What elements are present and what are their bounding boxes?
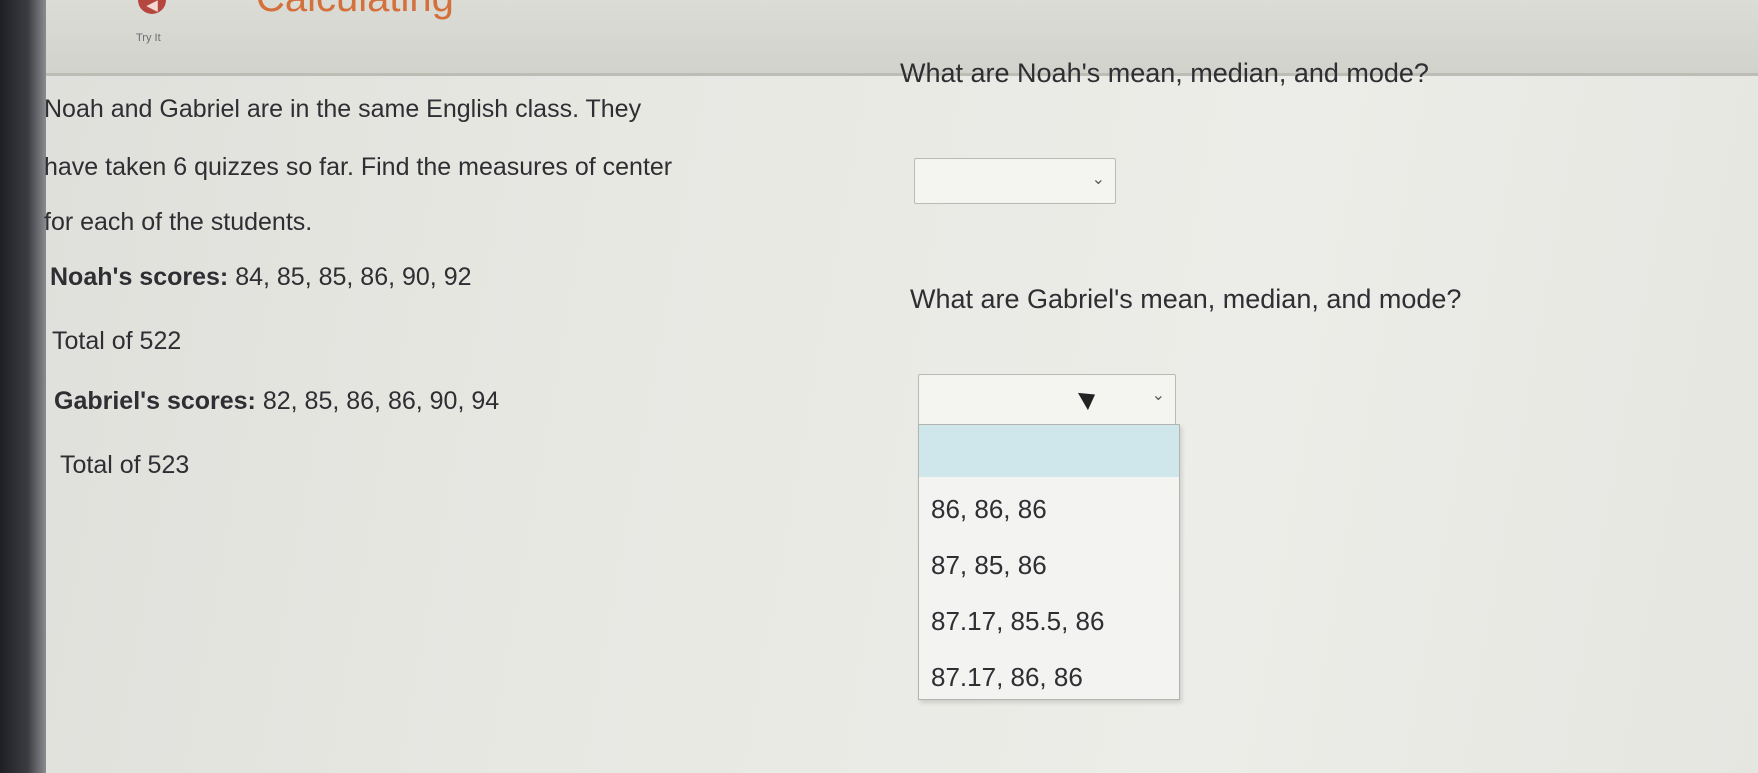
problem-intro-line-1: Noah and Gabriel are in the same English… [44, 95, 642, 123]
dropdown-option-blank[interactable] [919, 425, 1179, 477]
gabriel-scores-label: Gabriel's scores: [54, 387, 256, 415]
gabriel-total: Total of 523 [60, 451, 190, 479]
dropdown-option-3[interactable]: 87.17, 85.5, 86 [919, 593, 1179, 649]
problem-intro-line-2: have taken 6 quizzes so far. Find the me… [44, 153, 673, 181]
dropdown-option-1[interactable]: 86, 86, 86 [919, 481, 1179, 537]
gabriel-scores-values: 82, 85, 86, 86, 90, 94 [262, 387, 500, 415]
gabriel-answer-dropdown-list: 86, 86, 86 87, 85, 86 87.17, 85.5, 86 87… [918, 424, 1180, 700]
noah-question: What are Noah's mean, median, and mode? [900, 58, 1429, 88]
back-button[interactable]: ◀ [138, 0, 166, 14]
noah-scores-label: Noah's scores: [50, 263, 229, 291]
problem-intro-line-3: for each of the students. [44, 208, 313, 236]
lesson-title: Calculating [256, 0, 454, 21]
noah-total: Total of 522 [52, 327, 182, 355]
try-it-label: Try It [136, 32, 161, 44]
chevron-down-icon: ⌄ [1151, 387, 1165, 404]
dropdown-option-4[interactable]: 87.17, 86, 86 [919, 649, 1179, 705]
noah-scores-line: Noah's scores: 84, 85, 85, 86, 90, 92 [50, 250, 472, 305]
noah-scores-values: 84, 85, 85, 86, 90, 92 [235, 263, 472, 291]
gabriel-question: What are Gabriel's mean, median, and mod… [910, 284, 1462, 314]
screen-bezel [0, 0, 46, 773]
gabriel-scores-line: Gabriel's scores: 82, 85, 86, 86, 90, 94 [54, 374, 499, 429]
noah-answer-select[interactable]: ⌄ [914, 158, 1116, 204]
back-arrow-icon: ◀ [146, 0, 158, 14]
dropdown-option-2[interactable]: 87, 85, 86 [919, 537, 1179, 593]
chevron-down-icon: ⌄ [1091, 171, 1105, 188]
gabriel-answer-select[interactable]: ⌄ [918, 374, 1176, 426]
